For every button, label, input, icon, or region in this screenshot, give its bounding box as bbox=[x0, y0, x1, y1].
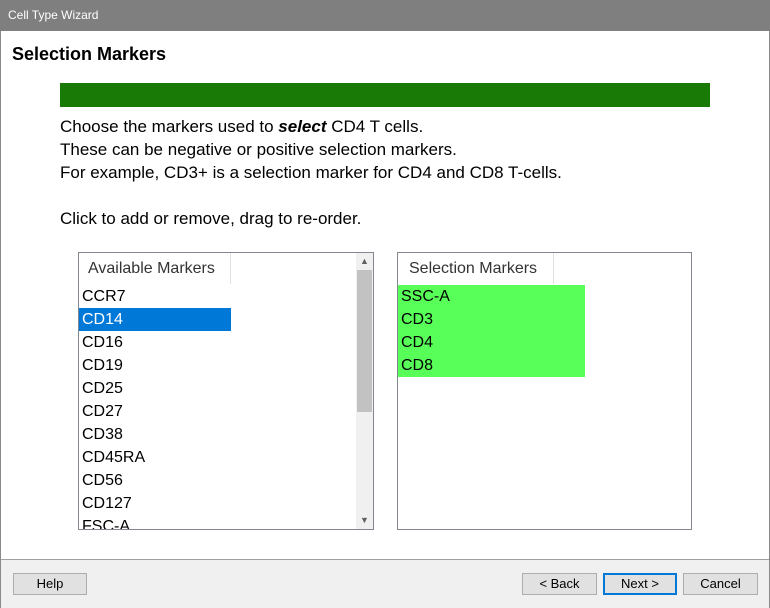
available-scrollbar[interactable]: ▲ ▼ bbox=[356, 253, 373, 529]
instructions: Choose the markers used to select CD4 T … bbox=[60, 115, 562, 230]
available-markers-rows: CCR7 CD14 CD16 CD19 CD25 CD27 CD38 CD45RA CD56 CD… bbox=[79, 285, 231, 529]
instruction-line-2: These can be negative or positive select… bbox=[60, 140, 457, 159]
available-marker-item[interactable]: FSC-A bbox=[79, 515, 231, 529]
available-marker-item[interactable]: CD25 bbox=[79, 377, 231, 400]
selection-markers-rows: SSC-A CD3 CD4 CD8 bbox=[398, 285, 585, 377]
available-marker-item[interactable]: CD56 bbox=[79, 469, 231, 492]
selection-marker-item[interactable]: CD8 bbox=[398, 354, 585, 377]
cancel-button[interactable]: Cancel bbox=[683, 573, 758, 595]
instruction-emphasis: select bbox=[278, 117, 327, 136]
available-marker-item[interactable]: CD19 bbox=[79, 354, 231, 377]
help-button[interactable]: Help bbox=[13, 573, 87, 595]
selection-marker-item[interactable]: CD4 bbox=[398, 331, 585, 354]
window-title: Cell Type Wizard bbox=[8, 8, 99, 22]
instruction-line-4: Click to add or remove, drag to re-order… bbox=[60, 209, 362, 228]
selection-markers-header[interactable]: Selection Markers bbox=[398, 253, 554, 284]
available-markers-header[interactable]: Available Markers bbox=[79, 253, 231, 284]
available-markers-list[interactable]: Available Markers CCR7 CD14 CD16 CD19 CD25 CD… bbox=[78, 252, 374, 530]
available-marker-item[interactable]: CD27 bbox=[79, 400, 231, 423]
page-title: Selection Markers bbox=[12, 44, 167, 64]
button-bar: Help < Back Next > Cancel bbox=[1, 560, 769, 608]
available-marker-item[interactable]: CD127 bbox=[79, 492, 231, 515]
available-marker-item[interactable]: CD14 bbox=[79, 308, 231, 331]
selection-markers-list[interactable]: Selection Markers SSC-A CD3 CD4 CD8 bbox=[397, 252, 692, 530]
selection-marker-item[interactable]: CD3 bbox=[398, 308, 585, 331]
available-marker-item[interactable]: CD16 bbox=[79, 331, 231, 354]
chevron-up-icon[interactable]: ▲ bbox=[356, 253, 373, 270]
available-marker-item[interactable]: CD38 bbox=[79, 423, 231, 446]
selection-marker-item[interactable]: SSC-A bbox=[398, 285, 585, 308]
available-marker-item[interactable]: CD45RA bbox=[79, 446, 231, 469]
chevron-down-icon[interactable]: ▼ bbox=[356, 512, 373, 529]
window-border-left bbox=[0, 31, 1, 608]
scroll-thumb[interactable] bbox=[357, 270, 372, 412]
instruction-line-3: For example, CD3+ is a selection marker … bbox=[60, 163, 562, 182]
next-button[interactable]: Next > bbox=[603, 573, 677, 595]
progress-bar bbox=[60, 83, 710, 107]
title-bar: Cell Type Wizard bbox=[0, 0, 770, 31]
instruction-spacer bbox=[60, 184, 562, 207]
back-button[interactable]: < Back bbox=[522, 573, 597, 595]
instruction-line-1: Choose the markers used to select CD4 T … bbox=[60, 117, 424, 136]
available-marker-item[interactable]: CCR7 bbox=[79, 285, 231, 308]
